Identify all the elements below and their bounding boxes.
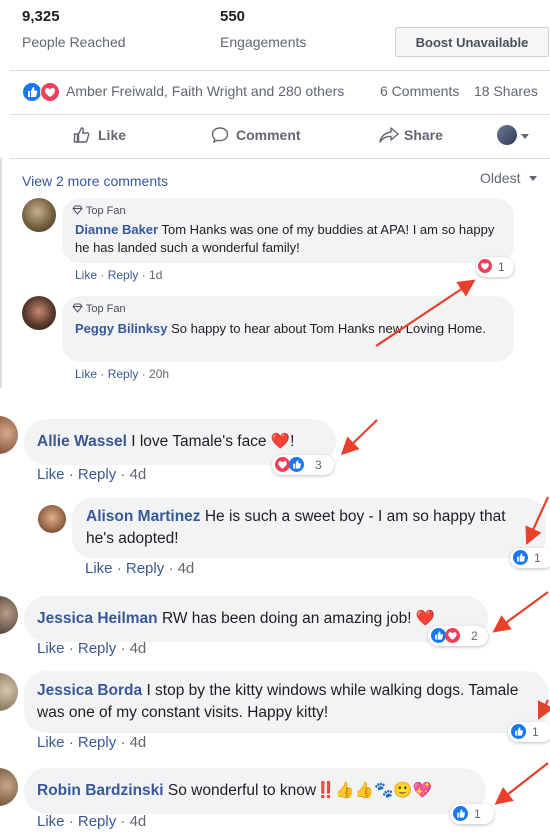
diamond-icon [72,205,83,215]
comment-reply-link[interactable]: Reply [78,813,116,830]
view-more-comments-link[interactable]: View 2 more comments [22,173,168,189]
comment-reply-link[interactable]: Reply [108,268,139,282]
chevron-down-icon [529,176,537,181]
comment-author-link[interactable]: Robin Bardzinski [37,782,164,799]
comment-reaction-count[interactable]: 1 [508,722,550,742]
post-insights-panel: 9,325 People Reached 550 Engagements Boo… [0,0,550,388]
viewer-avatar[interactable] [497,125,517,145]
comments-section-zoomed: Allie Wassel I love Tamale's face ❤️! 3 … [0,388,550,839]
comment-reply-link[interactable]: Reply [108,367,139,381]
comment-body: Jessica Borda I stop by the kitty window… [37,682,519,721]
comment-like-link[interactable]: Like [75,268,97,282]
engagements-value: 550 [220,8,246,25]
like-reaction-icon [513,550,528,565]
avatar[interactable] [0,416,18,454]
comment-like-link[interactable]: Like [37,734,65,751]
top-fan-badge: Top Fan [72,303,126,315]
comment-reply-link[interactable]: Reply [78,640,116,657]
shares-count[interactable]: 18 Shares [474,83,538,99]
comment-reaction-count[interactable]: 1 [450,804,494,824]
comment-icon [211,127,229,144]
avatar[interactable] [22,198,56,232]
comment-meta: Like · Reply · 4d [37,640,147,657]
share-arrow-icon [379,127,399,143]
comment-time[interactable]: 4d [130,640,147,657]
reactor-names[interactable]: Amber Freiwald, Faith Wright and 280 oth… [66,83,344,99]
comment-like-link[interactable]: Like [37,813,65,830]
people-reached-label: People Reached [22,34,126,50]
chevron-down-icon[interactable] [521,134,529,139]
comment-reply-link[interactable]: Reply [78,466,116,483]
comment-reaction-count[interactable]: 3 [272,455,334,475]
comment-reaction-count[interactable]: 1 [476,257,514,277]
comment-author-link[interactable]: Alison Martinez [86,508,201,525]
comment-meta: Like · Reply · 1d [75,268,163,282]
comment-time[interactable]: 1d [149,268,162,282]
comment-body: Peggy Bilinksy So happy to hear about To… [75,321,486,336]
post-action-bar: Like Comment Share [10,114,550,159]
comment-meta: Like · Reply · 4d [37,734,147,751]
reactions-summary[interactable]: Amber Freiwald, Faith Wright and 280 oth… [10,70,550,115]
avatar[interactable] [0,596,18,634]
avatar[interactable] [22,296,56,330]
stats-bar: 9,325 People Reached 550 Engagements Boo… [10,0,550,71]
like-reaction-icon [431,628,446,643]
comment-meta: Like · Reply · 4d [37,813,147,830]
comment-body: Dianne Baker Tom Hanks was one of my bud… [75,222,495,255]
comment-bubble: Jessica Borda I stop by the kitty window… [24,671,548,733]
comment-like-link[interactable]: Like [37,466,65,483]
like-reaction-icon [511,724,526,739]
comment-author-link[interactable]: Jessica Borda [37,682,142,699]
boost-button[interactable]: Boost Unavailable [395,27,549,57]
comment-like-link[interactable]: Like [85,560,113,577]
avatar[interactable] [38,505,66,533]
comment-body: Alison Martinez He is such a sweet boy -… [86,508,506,547]
comment-author-link[interactable]: Peggy Bilinksy [75,321,167,336]
comment-bubble: Robin Bardzinski So wonderful to know‼️👍… [24,768,486,814]
love-reaction-icon [275,457,290,472]
thread-divider [0,158,2,388]
comment-bubble: Top Fan Dianne Baker Tom Hanks was one o… [62,198,514,263]
comment-reaction-count[interactable]: 1 [510,548,550,568]
thumbs-up-icon [73,127,90,143]
comment-author-link[interactable]: Jessica Heilman [37,610,158,627]
comment-bubble: Alison Martinez He is such a sweet boy -… [72,498,546,558]
love-reaction-icon [445,628,460,643]
comment-time[interactable]: 4d [130,813,147,830]
comment-meta: Like · Reply · 4d [37,466,147,483]
comments-count[interactable]: 6 Comments [380,83,459,99]
love-reaction-icon [478,259,492,273]
people-reached-value: 9,325 [22,8,60,25]
comment-time[interactable]: 4d [178,560,195,577]
comment-author-link[interactable]: Dianne Baker [75,222,158,237]
top-fan-badge: Top Fan [72,205,126,217]
comment-body: Jessica Heilman RW has been doing an ama… [37,610,436,627]
comment-meta: Like · Reply · 20h [75,367,170,381]
like-reaction-icon [453,806,468,821]
comment-bubble: Jessica Heilman RW has been doing an ama… [24,596,488,642]
comment-time[interactable]: 20h [149,367,169,381]
avatar[interactable] [0,768,18,806]
comment-time[interactable]: 4d [130,466,147,483]
comment-author-link[interactable]: Allie Wassel [37,433,127,450]
comment-body: Allie Wassel I love Tamale's face ❤️! [37,433,295,450]
comment-like-link[interactable]: Like [75,367,97,381]
like-reaction-icon [22,82,42,102]
engagements-label: Engagements [220,34,307,50]
comment-time[interactable]: 4d [130,734,147,751]
comment-bubble: Top Fan Peggy Bilinksy So happy to hear … [62,296,514,362]
comment-reply-link[interactable]: Reply [126,560,164,577]
comment-like-link[interactable]: Like [37,640,65,657]
comment-reaction-count[interactable]: 2 [428,626,488,646]
avatar[interactable] [0,673,18,711]
sort-comments-dropdown[interactable]: Oldest [480,170,537,186]
like-reaction-icon [289,457,304,472]
comment-meta: Like · Reply · 4d [85,560,195,577]
comment-reply-link[interactable]: Reply [78,734,116,751]
love-reaction-icon [40,82,60,102]
diamond-icon [72,303,83,313]
comment-body: Robin Bardzinski So wonderful to know‼️👍… [37,782,432,799]
